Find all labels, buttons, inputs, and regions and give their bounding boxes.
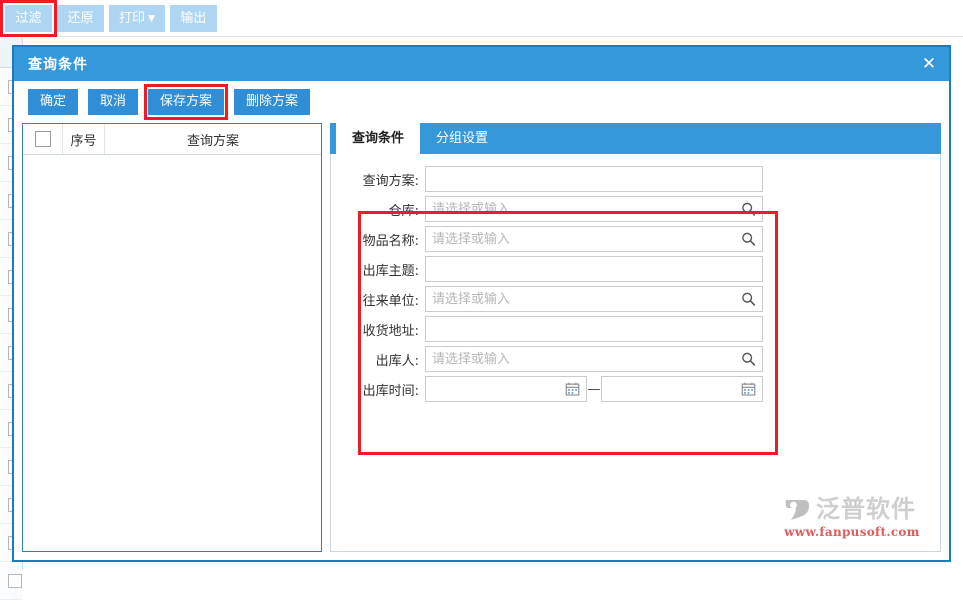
warehouse-label: 仓库: xyxy=(388,203,419,219)
counterparty-label: 往来单位: xyxy=(362,293,419,309)
outbound-time-start-wrapper xyxy=(425,376,587,402)
chevron-down-icon: ▼ xyxy=(148,13,155,24)
outbound-person-label: 出库人: xyxy=(375,353,419,369)
outbound-time-control: — xyxy=(425,376,763,402)
outbound-time-start-input[interactable] xyxy=(425,376,587,402)
tab-bar: 查询条件 分组设置 xyxy=(330,123,941,154)
item-name-input[interactable] xyxy=(425,226,763,252)
form-row-outbound-subject: 出库主题: xyxy=(343,254,763,284)
search-icon[interactable] xyxy=(741,292,756,307)
warehouse-input[interactable] xyxy=(425,196,763,222)
background-grid-row xyxy=(0,562,22,600)
scheme-table-body[interactable] xyxy=(23,155,321,551)
confirm-button[interactable]: 确定 xyxy=(28,89,79,115)
dialog-button-bar: 确定 取消 保存方案 删除方案 xyxy=(14,81,949,123)
row-checkbox xyxy=(7,573,22,588)
search-icon[interactable] xyxy=(741,232,756,247)
scheme-name-header-cell[interactable]: 查询方案 xyxy=(105,124,321,154)
close-icon[interactable]: ✕ xyxy=(909,47,949,81)
fanpu-logo-icon xyxy=(785,500,809,520)
outbound-time-label: 出库时间: xyxy=(362,383,419,399)
form-row-outbound-person: 出库人: xyxy=(343,344,763,374)
form-row-outbound-time: 出库时间: — xyxy=(343,374,763,404)
watermark-top: 泛普软件 xyxy=(782,495,922,523)
delivery-address-label: 收货地址: xyxy=(362,323,419,339)
counterparty-input[interactable] xyxy=(425,286,763,312)
dialog-title: 查询条件 xyxy=(28,57,88,73)
outbound-person-input[interactable] xyxy=(425,346,763,372)
form-row-counterparty: 往来单位: xyxy=(343,284,763,314)
select-all-header-cell[interactable] xyxy=(23,124,63,154)
query-conditions-dialog: 查询条件 ✕ 确定 取消 保存方案 删除方案 序号 查询方案 查询条件 分组设置… xyxy=(12,45,951,562)
outbound-time-end-input[interactable] xyxy=(601,376,763,402)
calendar-icon[interactable] xyxy=(565,382,580,397)
filter-button[interactable]: 过滤 xyxy=(5,4,52,32)
export-button[interactable]: 输出 xyxy=(169,4,217,32)
scheme-list-panel: 序号 查询方案 xyxy=(22,123,322,552)
query-scheme-label: 查询方案: xyxy=(362,173,419,189)
query-scheme-input[interactable] xyxy=(425,166,763,192)
form-row-delivery-address: 收货地址: xyxy=(343,314,763,344)
dialog-body: 序号 查询方案 查询条件 分组设置 查询方案: 仓库: 请选择或输入 物品名称:… xyxy=(14,123,949,560)
print-button[interactable]: 打印 ▼ xyxy=(109,4,165,32)
warehouse-control xyxy=(425,196,763,222)
save-scheme-button-wrapper: 保存方案 xyxy=(144,84,229,120)
tab-group-settings[interactable]: 分组设置 xyxy=(420,123,504,154)
form-row-query-scheme: 查询方案: xyxy=(343,164,763,194)
print-button-label: 打印 xyxy=(119,10,146,26)
delivery-address-input[interactable] xyxy=(425,316,763,342)
counterparty-control xyxy=(425,286,763,312)
outbound-subject-input[interactable] xyxy=(425,256,763,282)
conditions-form-area: 查询方案: 仓库: 请选择或输入 物品名称: 请选择或输入 出库主题: 往来单位… xyxy=(330,154,941,552)
dialog-title-bar: 查询条件 ✕ xyxy=(14,47,949,81)
conditions-panel: 查询条件 分组设置 查询方案: 仓库: 请选择或输入 物品名称: 请选择或输入 … xyxy=(330,123,941,552)
watermark: 泛普软件 www.fanpusoft.com xyxy=(782,495,922,541)
delivery-address-control xyxy=(425,316,763,342)
cancel-button[interactable]: 取消 xyxy=(88,89,139,115)
scheme-table-header: 序号 查询方案 xyxy=(23,124,321,155)
serial-number-header-cell[interactable]: 序号 xyxy=(63,124,105,154)
watermark-url: www.fanpusoft.com xyxy=(784,525,920,539)
query-scheme-control xyxy=(425,166,763,192)
form-row-warehouse: 仓库: xyxy=(343,194,763,224)
restore-button[interactable]: 还原 xyxy=(57,4,104,32)
item-name-control xyxy=(425,226,763,252)
item-name-label: 物品名称: xyxy=(362,233,419,249)
save-scheme-button[interactable]: 保存方案 xyxy=(148,89,225,115)
delete-scheme-button[interactable]: 删除方案 xyxy=(234,89,311,115)
outbound-time-end-wrapper xyxy=(601,376,763,402)
date-range-separator: — xyxy=(587,381,601,397)
search-icon[interactable] xyxy=(741,352,756,367)
query-form: 查询方案: 仓库: 请选择或输入 物品名称: 请选择或输入 出库主题: 往来单位… xyxy=(343,164,763,404)
filter-button-wrapper: 过滤 xyxy=(0,0,57,37)
form-row-item-name: 物品名称: xyxy=(343,224,763,254)
outbound-subject-control xyxy=(425,256,763,282)
outbound-person-control xyxy=(425,346,763,372)
calendar-icon[interactable] xyxy=(741,382,756,397)
main-toolbar: 过滤 还原 打印 ▼ 输出 xyxy=(0,0,963,37)
select-all-checkbox[interactable] xyxy=(34,131,51,147)
watermark-brand: 泛普软件 xyxy=(816,495,916,523)
outbound-subject-label: 出库主题: xyxy=(362,263,419,279)
tab-query-conditions[interactable]: 查询条件 xyxy=(336,123,421,154)
search-icon[interactable] xyxy=(741,202,756,217)
